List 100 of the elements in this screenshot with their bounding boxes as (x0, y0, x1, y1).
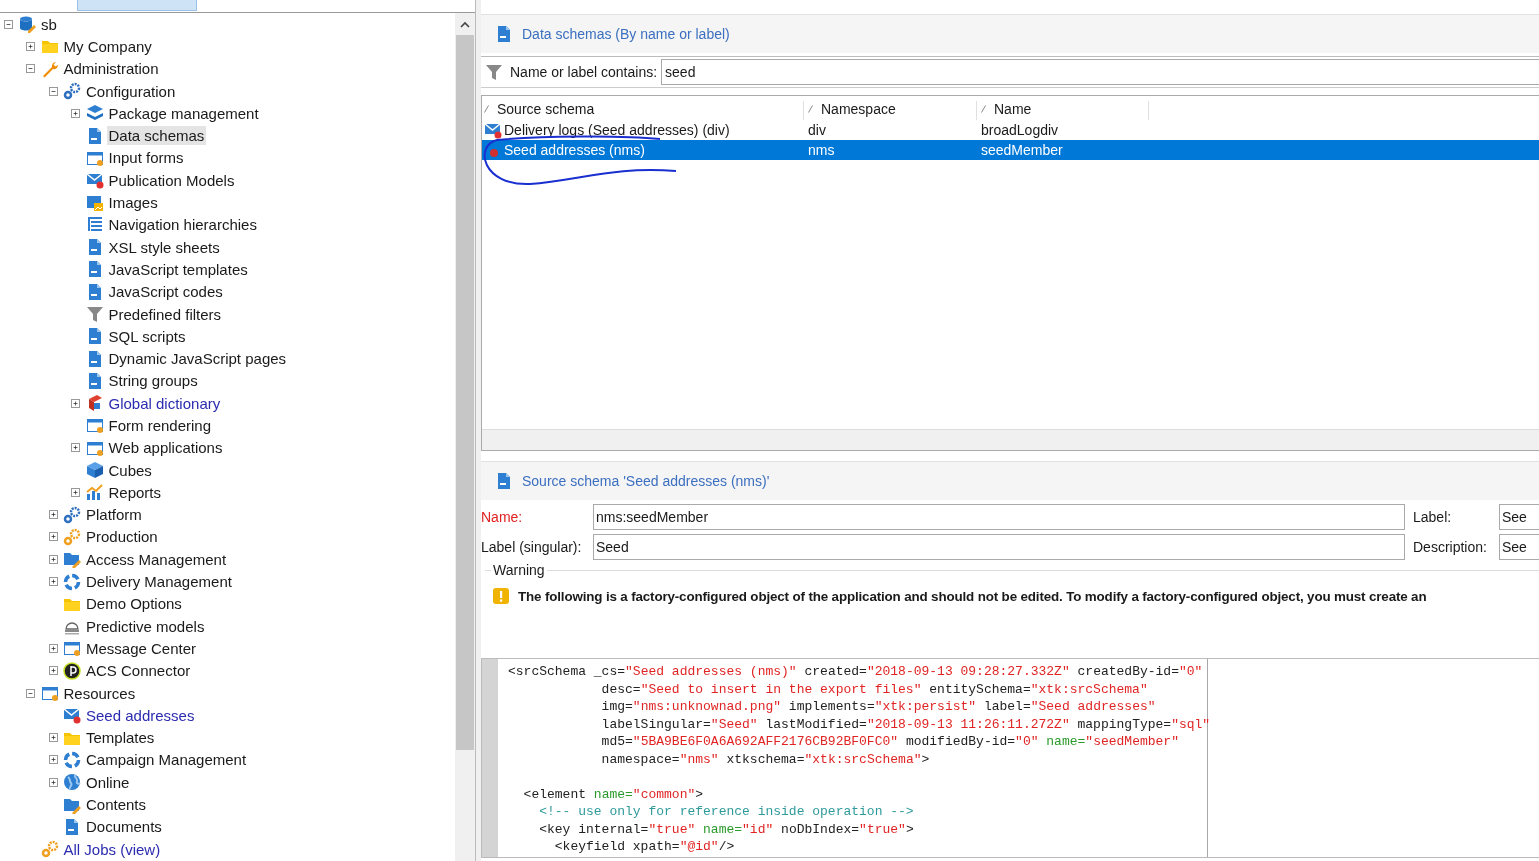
database-icon (18, 15, 36, 34)
expand-icon[interactable] (71, 398, 80, 408)
tree-item[interactable]: Reports (106, 482, 164, 502)
expand-icon[interactable] (48, 733, 58, 743)
warning-text: The following is a factory-configured object of the application and should not be edited. To modify a factory-configured object, you must create an (518, 588, 1427, 604)
expand-icon[interactable] (48, 755, 58, 765)
tree-item[interactable]: Demo Options (84, 594, 184, 614)
gears-icon (63, 505, 81, 524)
tree-item[interactable]: Dynamic JavaScript pages (106, 349, 289, 369)
code-line: md5="5BA9BE6F0A6A692AFF2176CB92BF0FC0" modifiedBy-id="0" name="seedMember" (600, 733, 1180, 751)
expand-icon[interactable] (48, 643, 58, 653)
scrollbar[interactable] (482, 429, 1539, 450)
code-line: <element name="common"> (522, 785, 705, 803)
tree-item[interactable]: Images (106, 193, 160, 212)
tree-item[interactable]: All Jobs (view) (61, 839, 163, 859)
list-row[interactable]: Delivery logs (Seed addresses) (div) div broadLogdiv (482, 120, 1539, 140)
input-field[interactable]: See (1499, 504, 1539, 530)
filter-icon (485, 63, 503, 81)
tree-item[interactable]: Web applications (106, 438, 225, 458)
tree-item[interactable]: Templates (84, 728, 157, 748)
tree-item[interactable]: Publication Models (106, 170, 237, 190)
tree-item[interactable]: Navigation hierarchies (106, 215, 259, 235)
collapse-icon[interactable] (3, 19, 13, 29)
scrollbar-thumb[interactable] (456, 35, 474, 750)
code-line: <srcSchema _cs="Seed addresses (nms)" created="2018-09-13 09:28:27.332Z" createdBy-id="0" (508, 663, 1204, 681)
expand-icon[interactable] (48, 666, 58, 676)
tree-item[interactable]: String groups (106, 371, 200, 391)
scrollbar[interactable] (455, 13, 475, 861)
expand-icon[interactable] (71, 443, 80, 453)
table-cell: nms (808, 142, 835, 158)
sort-icon (981, 105, 986, 113)
tree-item[interactable]: Access Management (84, 549, 229, 569)
tree-item[interactable]: Production (84, 527, 160, 547)
code-editor[interactable] (481, 658, 1539, 858)
filter-field[interactable]: seed (661, 59, 1539, 85)
tree-item[interactable]: Predefined filters (106, 304, 224, 324)
tree-item[interactable]: Resources (61, 683, 138, 703)
tree-item[interactable]: SQL scripts (106, 326, 188, 346)
code-line: desc="Seed to insert in the export files" entitySchema="xtk:srcSchema" (600, 680, 1149, 698)
tree-item[interactable]: JavaScript templates (106, 259, 250, 279)
panel-title: Data schemas (By name or label) (522, 26, 730, 42)
tree-item[interactable]: Documents (84, 817, 164, 837)
input-field[interactable]: Seed (593, 534, 1405, 560)
collapse-icon[interactable] (26, 688, 35, 698)
folder-pen-icon (63, 550, 81, 569)
tree-item[interactable]: Message Center (84, 638, 199, 658)
expand-icon[interactable] (71, 487, 80, 497)
document-icon (63, 817, 81, 836)
filter-icon (85, 305, 104, 323)
tree-item[interactable]: Online (84, 772, 132, 792)
gears-icon (63, 527, 81, 546)
expand-icon[interactable] (48, 577, 58, 587)
tree-item[interactable]: Delivery Management (84, 572, 234, 592)
tree-item[interactable]: Administration (61, 59, 161, 79)
tree-item[interactable]: XSL style sheets (106, 237, 222, 257)
tree-item[interactable]: Form rendering (106, 416, 214, 435)
tree-item[interactable]: Configuration (84, 81, 178, 101)
column-header[interactable]: Namespace (804, 101, 977, 120)
tree-item[interactable]: Platform (84, 505, 144, 525)
document-icon (495, 25, 513, 43)
globe-icon (63, 773, 81, 792)
tree-item[interactable]: My Company (61, 36, 154, 56)
tree-item[interactable]: Global dictionary (106, 393, 223, 413)
list-row[interactable]: Seed addresses (nms) nms seedMember (482, 140, 1539, 160)
tree-item[interactable]: Input forms (106, 148, 186, 168)
tree-item[interactable]: Contents (84, 795, 149, 815)
expand-icon[interactable] (48, 554, 58, 564)
table-cell: div (808, 122, 826, 138)
tree-item[interactable]: Campaign Management (84, 750, 249, 770)
collapse-icon[interactable] (48, 86, 58, 96)
window-icon (63, 639, 81, 658)
expand-icon[interactable] (26, 41, 35, 51)
ring-icon (63, 750, 81, 769)
input-field[interactable]: nms:seedMember (593, 504, 1405, 530)
envelope-icon (484, 121, 502, 139)
ring-icon (63, 572, 81, 591)
code-line: <key internal="true" name="id" noDbIndex="true"> (538, 820, 915, 838)
input-field[interactable]: See (1499, 534, 1539, 560)
expand-icon[interactable] (48, 777, 58, 787)
tree-item[interactable]: Seed addresses (84, 705, 197, 725)
tree-item[interactable]: Package management (106, 103, 261, 123)
field-label: Label (singular): (481, 539, 583, 555)
tree-item[interactable]: sb (39, 14, 59, 34)
expand-icon[interactable] (48, 510, 58, 520)
table-cell: broadLogdiv (981, 122, 1059, 138)
tree-item[interactable]: Predictive models (84, 616, 207, 636)
collapse-icon[interactable] (26, 64, 35, 74)
expand-icon[interactable] (71, 108, 80, 118)
tree-item[interactable]: Data schemas (106, 126, 207, 146)
tree-item[interactable]: JavaScript codes (106, 282, 225, 302)
column-header[interactable]: Source schema (482, 101, 804, 120)
window-icon (40, 684, 59, 703)
gears-icon (40, 840, 59, 859)
tree-item[interactable]: ACS Connector (84, 661, 193, 681)
field-label: Name: (481, 509, 524, 525)
column-header[interactable]: Name (977, 101, 1149, 120)
panel-title: Source schema 'Seed addresses (nms)' (522, 473, 770, 489)
expand-icon[interactable] (48, 532, 58, 542)
tree-item[interactable]: Cubes (106, 460, 154, 480)
document-icon (495, 472, 513, 490)
